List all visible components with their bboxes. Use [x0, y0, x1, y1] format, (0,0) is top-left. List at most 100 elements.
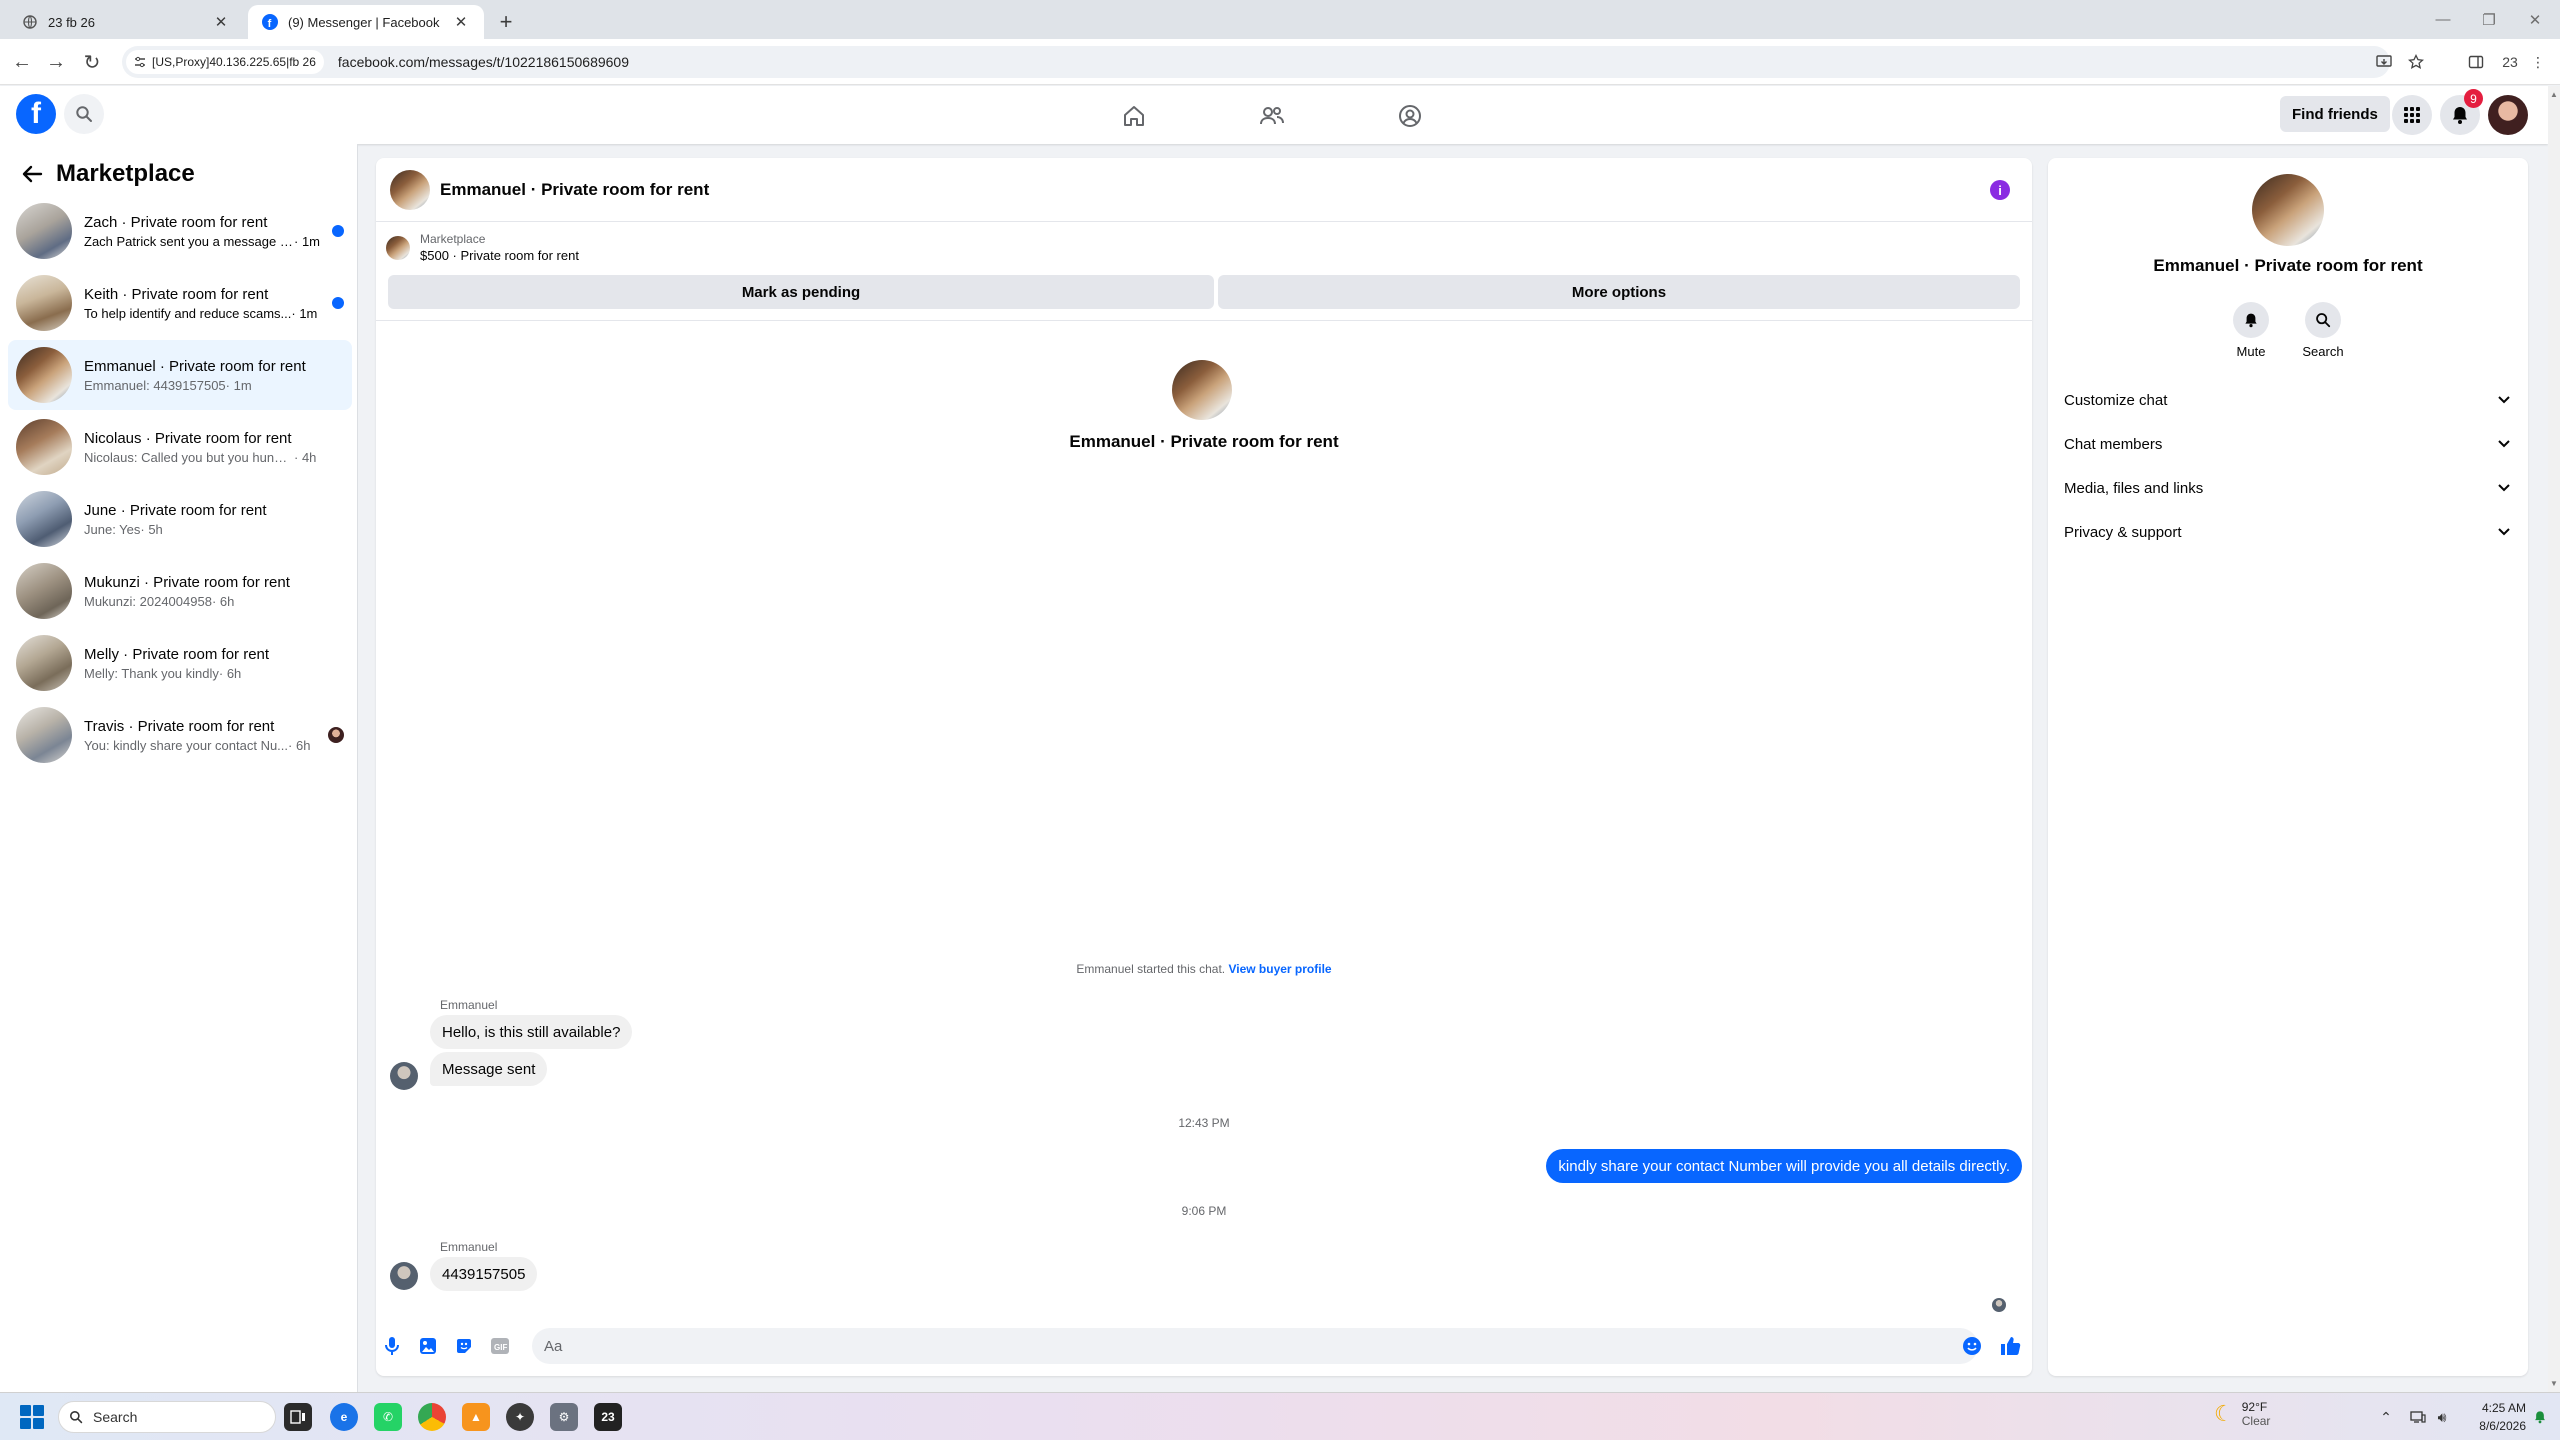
browser-menu-icon[interactable]: ⋮: [2528, 48, 2548, 76]
profile-count[interactable]: 23: [2496, 48, 2524, 76]
preview-text: June: Yes: [84, 521, 141, 537]
gif-icon[interactable]: GIF: [486, 1332, 514, 1360]
conversation-name: June · Private room for rent: [84, 501, 267, 519]
app-icon[interactable]: ✦: [506, 1403, 534, 1431]
profile-avatar[interactable]: [2488, 95, 2528, 135]
search-icon[interactable]: [64, 94, 104, 134]
browser-tab-2[interactable]: f (9) Messenger | Facebook ✕: [248, 5, 484, 39]
emoji-icon[interactable]: [1958, 1332, 1986, 1360]
close-tab-icon[interactable]: ✕: [452, 13, 470, 31]
conversation-item-zach[interactable]: Zach · Private room for rent Zach Patric…: [8, 196, 352, 266]
notification-bell-icon[interactable]: [2530, 1405, 2550, 1429]
sticker-icon[interactable]: [450, 1332, 478, 1360]
conversation-meta: Travis · Private room for rent You: kind…: [84, 718, 322, 753]
view-buyer-profile-link[interactable]: View buyer profile: [1228, 962, 1331, 976]
conversation-item-emmanuel[interactable]: Emmanuel · Private room for rent Emmanue…: [8, 340, 352, 410]
chat-title[interactable]: Emmanuel · Private room for rent: [440, 180, 709, 200]
chevron-up-icon[interactable]: ⌃: [2376, 1405, 2396, 1429]
task-view-icon[interactable]: [284, 1403, 312, 1431]
scroll-up-icon[interactable]: ▲: [2550, 90, 2558, 99]
browser-tab-title: (9) Messenger | Facebook: [288, 14, 440, 30]
preview-text: To help identify and reduce scams...: [84, 305, 292, 321]
forward-icon[interactable]: →: [42, 48, 70, 76]
search-in-conversation-button[interactable]: Search: [2293, 302, 2353, 359]
message-input[interactable]: [532, 1328, 1978, 1364]
menu-grid-icon[interactable]: [2392, 95, 2432, 135]
address-bar[interactable]: [US,Proxy]40.136.225.65|fb 26 facebook.c…: [122, 46, 2424, 78]
scroll-down-icon[interactable]: ▼: [2550, 1379, 2558, 1388]
mark-as-pending-button[interactable]: Mark as pending: [388, 275, 1214, 309]
notifications-bell-icon[interactable]: 9: [2440, 89, 2483, 135]
page-scrollbar[interactable]: ▲ ▼: [2548, 86, 2560, 1392]
unread-dot: [332, 297, 344, 309]
bookmark-star-icon[interactable]: [2408, 46, 2424, 78]
url-text[interactable]: facebook.com/messages/t/1022186150689609: [338, 54, 629, 70]
install-app-icon[interactable]: [2376, 46, 2392, 78]
preview-text: Zach Patrick sent you a message a...: [84, 233, 294, 249]
back-arrow-icon[interactable]: [18, 160, 46, 188]
conversation-item-nicolaus[interactable]: Nicolaus · Private room for rent Nicolau…: [8, 412, 352, 482]
listing-summary[interactable]: Marketplace $500 · Private room for rent: [386, 232, 579, 263]
message-bubble-outgoing[interactable]: kindly share your contact Number will pr…: [1546, 1149, 2022, 1183]
facebook-logo-icon[interactable]: f: [16, 94, 56, 134]
new-tab-icon[interactable]: +: [492, 8, 520, 36]
intro-avatar[interactable]: [1172, 360, 1232, 420]
network-icon[interactable]: [2408, 1405, 2428, 1429]
find-friends-button[interactable]: Find friends: [2280, 96, 2390, 132]
side-panel-icon[interactable]: [2462, 48, 2490, 76]
privacy-support-section[interactable]: Privacy & support: [2064, 514, 2512, 550]
chrome-icon[interactable]: [418, 1403, 446, 1431]
panel-avatar[interactable]: [2252, 174, 2324, 246]
microphone-icon[interactable]: [378, 1332, 406, 1360]
friends-icon[interactable]: [1252, 96, 1292, 136]
intro-name: Emmanuel · Private room for rent: [1069, 432, 1339, 451]
thumbs-up-icon[interactable]: [1996, 1332, 2024, 1360]
conversation-item-keith[interactable]: Keith · Private room for rent To help id…: [8, 268, 352, 338]
chat-avatar[interactable]: [390, 169, 430, 210]
listing-avatar: [16, 491, 72, 547]
info-icon[interactable]: i: [1990, 180, 2010, 200]
moon-icon: ☾: [2214, 1401, 2234, 1426]
chat-members-section[interactable]: Chat members: [2064, 426, 2512, 462]
close-window-icon[interactable]: ✕: [2512, 0, 2558, 39]
customize-chat-section[interactable]: Customize chat: [2064, 382, 2512, 418]
taskbar-search[interactable]: Search: [58, 1401, 276, 1433]
message-bubble-incoming[interactable]: 4439157505: [430, 1257, 538, 1291]
sender-avatar[interactable]: [390, 1262, 418, 1290]
conversation-item-travis[interactable]: Travis · Private room for rent You: kind…: [8, 700, 352, 770]
volume-icon[interactable]: 🔊︎: [2432, 1405, 2452, 1429]
edge-browser-icon[interactable]: e: [330, 1403, 358, 1431]
settings-gear-icon[interactable]: ⚙: [550, 1403, 578, 1431]
sender-avatar[interactable]: [390, 1062, 418, 1090]
mute-button[interactable]: Mute: [2221, 302, 2281, 359]
whatsapp-icon[interactable]: ✆: [374, 1403, 402, 1431]
home-icon[interactable]: [1114, 96, 1154, 136]
close-tab-icon[interactable]: ✕: [212, 13, 230, 31]
more-options-button[interactable]: More options: [1218, 275, 2020, 309]
conversation-meta: Mukunzi · Private room for rent Mukunzi:…: [84, 574, 344, 609]
section-label: Privacy & support: [2064, 523, 2182, 541]
conversation-item-june[interactable]: June · Private room for rent June: Yes · …: [8, 484, 352, 554]
back-icon[interactable]: ←: [8, 48, 36, 76]
preview-time: · 5h: [140, 521, 163, 537]
vlc-icon[interactable]: ▲: [462, 1403, 490, 1431]
marketplace-sidebar: Marketplace Zach · Private room for rent…: [0, 144, 358, 1392]
preview-time: · 6h: [288, 737, 311, 753]
site-info-chip[interactable]: [US,Proxy]40.136.225.65|fb 26: [126, 50, 324, 74]
conversation-item-melly[interactable]: Melly · Private room for rent Melly: Tha…: [8, 628, 352, 698]
windows-start-icon[interactable]: [20, 1405, 44, 1429]
message-bubble-incoming[interactable]: Message sent: [430, 1052, 548, 1086]
browser-tab-1[interactable]: 23 fb 26 ✕: [8, 5, 244, 39]
message-bubble-incoming[interactable]: Hello, is this still available?: [430, 1015, 633, 1049]
system-clock[interactable]: 4:25 AM 8/6/2026: [2460, 1399, 2526, 1435]
svg-text:GIF: GIF: [494, 1343, 507, 1352]
minimize-icon[interactable]: —: [2420, 0, 2466, 39]
media-files-links-section[interactable]: Media, files and links: [2064, 470, 2512, 506]
restore-icon[interactable]: ❐: [2466, 0, 2512, 39]
conversation-item-mukunzi[interactable]: Mukunzi · Private room for rent Mukunzi:…: [8, 556, 352, 626]
reload-icon[interactable]: ↻: [78, 48, 106, 76]
groups-icon[interactable]: [1390, 96, 1430, 136]
profile-app-icon[interactable]: 23: [594, 1403, 622, 1431]
photo-icon[interactable]: [414, 1332, 442, 1360]
weather-widget[interactable]: ☾ 92°F Clear: [2214, 1400, 2270, 1428]
